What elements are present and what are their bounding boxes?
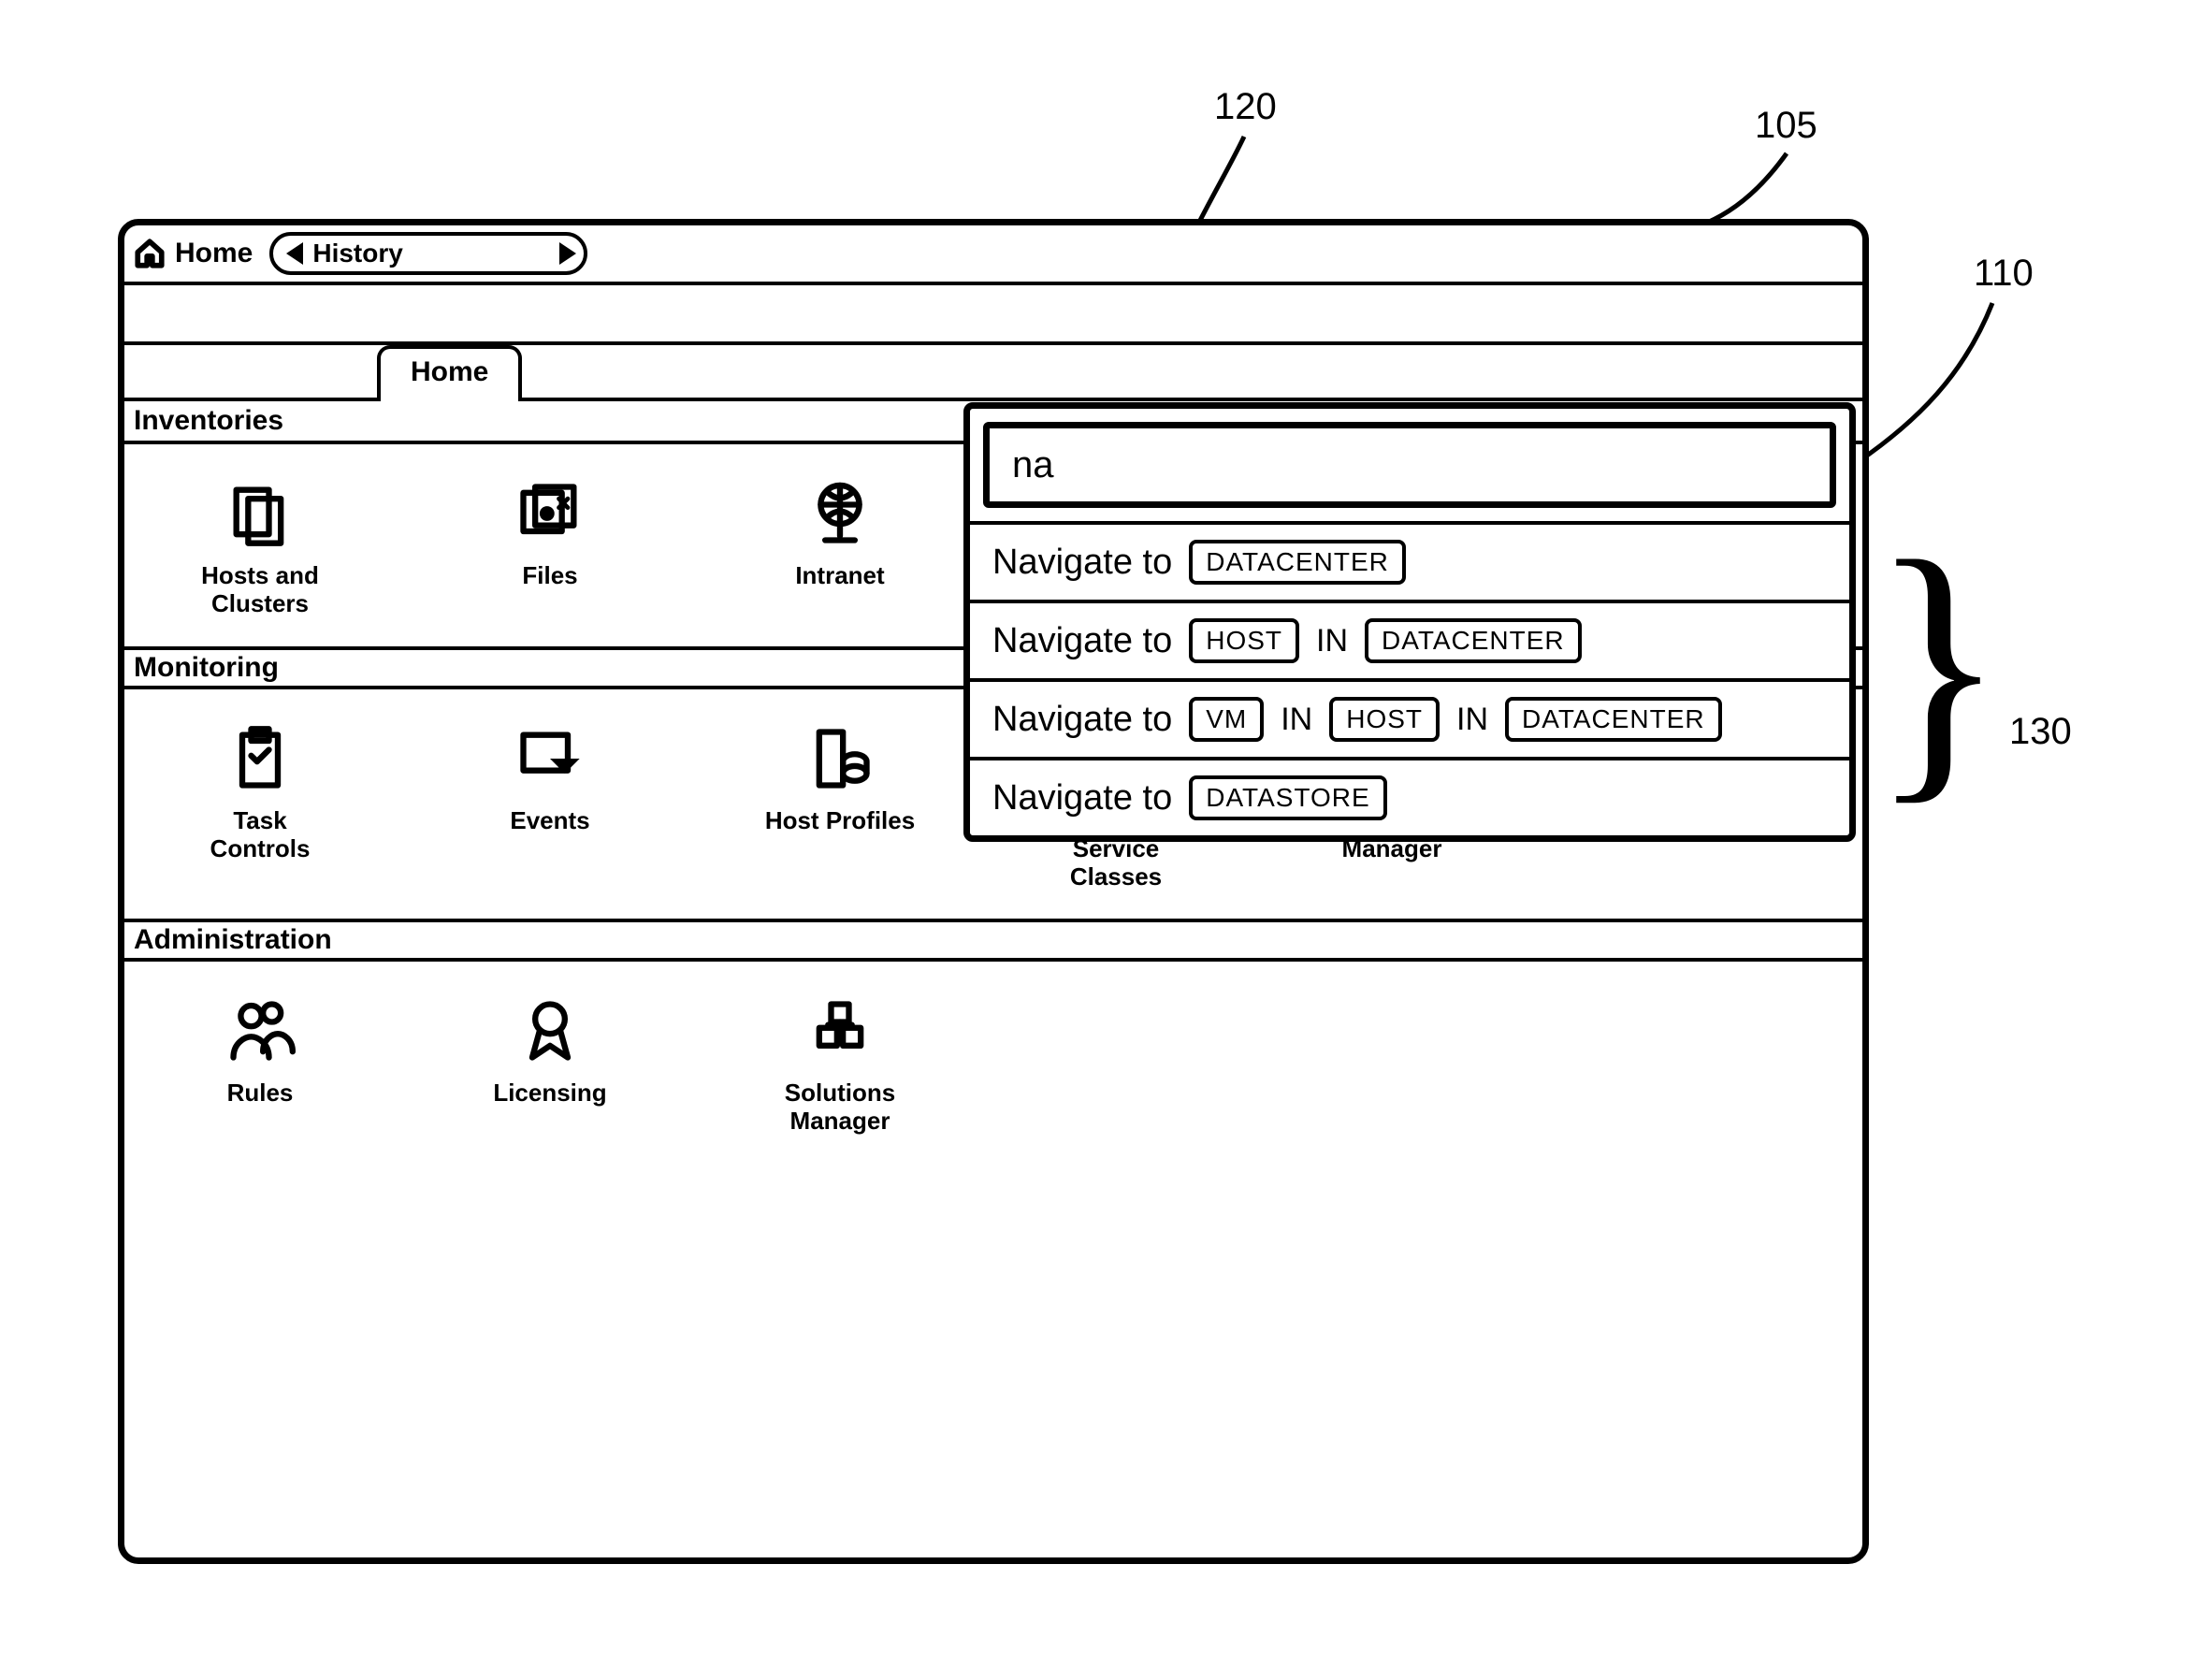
history-label: History (312, 239, 402, 268)
keyword-in: IN (1281, 702, 1312, 738)
suggestion-row[interactable]: Navigate to DATACENTER (970, 521, 1849, 600)
tile-label: Intranet (795, 562, 884, 590)
admin-row: Rules Licensing Solutions Manager (124, 962, 1862, 1164)
tile-label: Events (510, 807, 589, 835)
blocks-icon (804, 995, 876, 1066)
tile-events[interactable]: Events (470, 723, 630, 891)
annotation-110: 110 (1974, 253, 2034, 295)
navigate-to-label: Navigate to (992, 700, 1172, 740)
tag-datastore: DATASTORE (1189, 775, 1386, 820)
tile-label: Rules (227, 1079, 294, 1108)
tag-host: HOST (1329, 697, 1440, 742)
hosts-clusters-icon (224, 478, 296, 549)
keyword-in: IN (1316, 623, 1348, 659)
tile-files[interactable]: Files (470, 478, 630, 618)
tab-home[interactable]: Home (377, 345, 522, 401)
tile-host-profiles[interactable]: Host Profiles (760, 723, 919, 891)
home-icon (134, 238, 166, 269)
search-popup: na Navigate to DATACENTER Navigate to HO… (963, 402, 1856, 842)
tile-label: Licensing (493, 1079, 606, 1108)
tag-vm: VM (1189, 697, 1264, 742)
badge-icon (514, 995, 586, 1066)
breadcrumb-home[interactable]: Home (134, 238, 253, 269)
tile-label: Files (522, 562, 577, 590)
tile-label: Hosts and Clusters (181, 562, 340, 618)
events-icon (514, 723, 586, 794)
tile-label: Solutions Manager (760, 1079, 919, 1136)
tile-label: Host Profiles (765, 807, 915, 835)
files-icon (514, 478, 586, 549)
brace-130: } (1871, 517, 2005, 812)
keyword-in: IN (1456, 702, 1488, 738)
suggestion-row[interactable]: Navigate to VM IN HOST IN DATACENTER (970, 678, 1849, 757)
annotation-105: 105 (1755, 105, 1817, 147)
tile-rules[interactable]: Rules (181, 995, 340, 1136)
tile-intranet[interactable]: Intranet (760, 478, 919, 618)
breadcrumb-bar: Home History (124, 225, 1862, 285)
chevron-left-icon (286, 242, 303, 265)
clipboard-icon (224, 723, 296, 794)
section-header-admin: Administration (124, 919, 1862, 962)
annotation-120: 120 (1214, 86, 1277, 128)
tag-datacenter: DATACENTER (1189, 540, 1406, 585)
tag-host: HOST (1189, 618, 1299, 663)
annotation-130: 130 (2009, 711, 2072, 753)
tile-label: Task Controls (181, 807, 340, 863)
tile-solutions-manager[interactable]: Solutions Manager (760, 995, 919, 1136)
tag-datacenter: DATACENTER (1365, 618, 1582, 663)
navigate-to-label: Navigate to (992, 778, 1172, 818)
history-dropdown[interactable]: History (269, 232, 587, 275)
navigate-to-label: Navigate to (992, 543, 1172, 583)
suggestion-row[interactable]: Navigate to HOST IN DATACENTER (970, 600, 1849, 678)
users-icon (224, 995, 296, 1066)
tile-licensing[interactable]: Licensing (470, 995, 630, 1136)
tab-bar: Home (124, 345, 1862, 401)
chevron-right-icon (559, 242, 576, 265)
navigate-to-label: Navigate to (992, 621, 1172, 661)
tile-task-controls[interactable]: Task Controls (181, 723, 340, 891)
globe-icon (804, 478, 876, 549)
breadcrumb-home-label: Home (175, 238, 253, 269)
toolbar-row (124, 285, 1862, 345)
suggestion-row[interactable]: Navigate to DATASTORE (970, 757, 1849, 835)
lead-line-110 (1852, 299, 2011, 468)
host-profile-icon (804, 723, 876, 794)
search-input[interactable]: na (983, 422, 1836, 508)
tile-hosts-clusters[interactable]: Hosts and Clusters (181, 478, 340, 618)
search-value: na (1012, 444, 1054, 486)
tag-datacenter: DATACENTER (1505, 697, 1722, 742)
